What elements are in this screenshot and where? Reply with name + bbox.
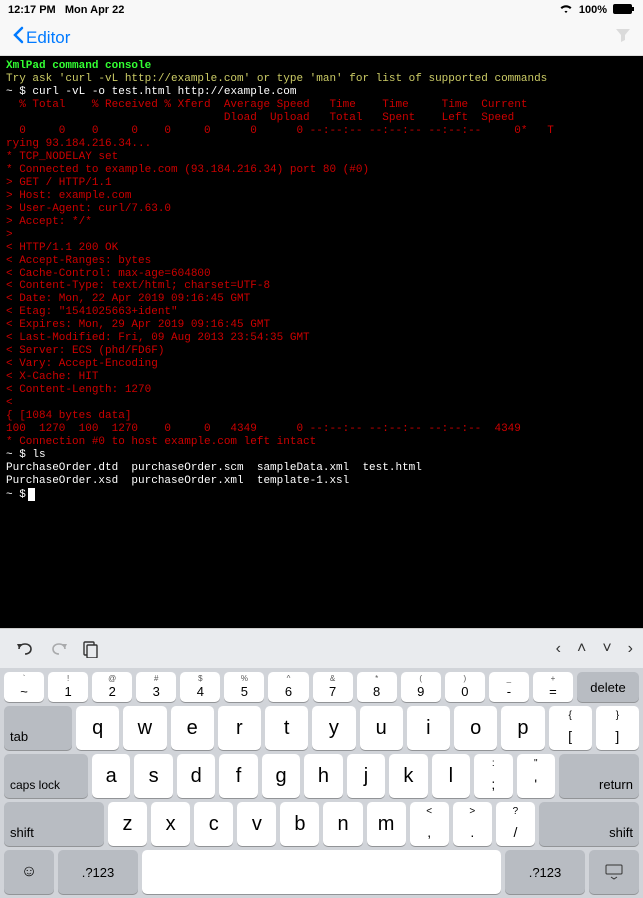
key-e[interactable]: e bbox=[171, 706, 214, 750]
key-punct[interactable]: <, bbox=[410, 802, 449, 846]
key-v[interactable]: v bbox=[237, 802, 276, 846]
key-h[interactable]: h bbox=[304, 754, 342, 798]
key-m[interactable]: m bbox=[367, 802, 406, 846]
key-l[interactable]: l bbox=[432, 754, 470, 798]
key-punct[interactable]: ?/ bbox=[496, 802, 535, 846]
key-b[interactable]: b bbox=[280, 802, 319, 846]
key-c[interactable]: c bbox=[194, 802, 233, 846]
key-5[interactable]: %5 bbox=[224, 672, 264, 702]
alt-key-right[interactable]: .?123 bbox=[505, 850, 585, 894]
soft-keyboard: `~!1@2#3$4%5^6&7*8(9)0_-+=delete tabqwer… bbox=[0, 668, 643, 898]
back-label: Editor bbox=[26, 28, 70, 48]
key-o[interactable]: o bbox=[454, 706, 497, 750]
nav-down-icon[interactable]: ˅ bbox=[602, 640, 611, 658]
shift-key-left[interactable]: shift bbox=[4, 802, 104, 846]
key-p[interactable]: p bbox=[501, 706, 544, 750]
cmd-curl: curl -vL -o test.html http://example.com bbox=[32, 86, 296, 98]
cmd-ls: ls bbox=[32, 449, 45, 461]
status-bar: 12:17 PM Mon Apr 22 100% bbox=[0, 0, 643, 20]
key-bracket[interactable]: }] bbox=[596, 706, 639, 750]
key-t[interactable]: t bbox=[265, 706, 308, 750]
return-key[interactable]: return bbox=[559, 754, 639, 798]
key-u[interactable]: u bbox=[360, 706, 403, 750]
key-k[interactable]: k bbox=[389, 754, 427, 798]
ls-output: PurchaseOrder.dtd purchaseOrder.scm samp… bbox=[6, 462, 422, 474]
key-9[interactable]: (9 bbox=[401, 672, 441, 702]
key-~[interactable]: `~ bbox=[4, 672, 44, 702]
key-1[interactable]: !1 bbox=[48, 672, 88, 702]
key-a[interactable]: a bbox=[92, 754, 130, 798]
back-button[interactable]: Editor bbox=[12, 26, 70, 49]
console-hint: Try ask 'curl -vL http://example.com' or… bbox=[6, 73, 547, 85]
nav-bar: Editor bbox=[0, 20, 643, 56]
key-2[interactable]: @2 bbox=[92, 672, 132, 702]
nav-left-icon[interactable]: ‹ bbox=[556, 640, 561, 658]
key-g[interactable]: g bbox=[262, 754, 300, 798]
filter-icon[interactable] bbox=[615, 27, 631, 48]
key-j[interactable]: j bbox=[347, 754, 385, 798]
tab-key[interactable]: tab bbox=[4, 706, 72, 750]
key-n[interactable]: n bbox=[323, 802, 362, 846]
status-date: Mon Apr 22 bbox=[65, 4, 125, 16]
alt-key-left[interactable]: .?123 bbox=[58, 850, 138, 894]
battery-icon bbox=[613, 4, 635, 17]
key-8[interactable]: *8 bbox=[357, 672, 397, 702]
wifi-icon bbox=[559, 4, 573, 17]
key-6[interactable]: ^6 bbox=[268, 672, 308, 702]
delete-key[interactable]: delete bbox=[577, 672, 639, 702]
nav-up-icon[interactable]: ˄ bbox=[577, 640, 586, 658]
chevron-left-icon bbox=[12, 26, 24, 49]
console-title: XmlPad command console bbox=[6, 60, 151, 72]
redo-button[interactable] bbox=[42, 633, 74, 665]
key-s[interactable]: s bbox=[134, 754, 172, 798]
key--[interactable]: _- bbox=[489, 672, 529, 702]
status-time: 12:17 PM bbox=[8, 4, 56, 16]
key-7[interactable]: &7 bbox=[313, 672, 353, 702]
dismiss-keyboard-key[interactable] bbox=[589, 850, 639, 894]
key-0[interactable]: )0 bbox=[445, 672, 485, 702]
key-z[interactable]: z bbox=[108, 802, 147, 846]
terminal-output[interactable]: XmlPad command console Try ask 'curl -vL… bbox=[0, 56, 643, 628]
key-r[interactable]: r bbox=[218, 706, 261, 750]
keyboard-toolbar: ‹ ˄ ˅ › bbox=[0, 628, 643, 668]
key-=[interactable]: += bbox=[533, 672, 573, 702]
key-i[interactable]: i bbox=[407, 706, 450, 750]
key-d[interactable]: d bbox=[177, 754, 215, 798]
capslock-key[interactable]: caps lock bbox=[4, 754, 88, 798]
key-f[interactable]: f bbox=[219, 754, 257, 798]
key-w[interactable]: w bbox=[123, 706, 166, 750]
key-3[interactable]: #3 bbox=[136, 672, 176, 702]
key-x[interactable]: x bbox=[151, 802, 190, 846]
key-punct[interactable]: >. bbox=[453, 802, 492, 846]
key-y[interactable]: y bbox=[312, 706, 355, 750]
emoji-key[interactable]: ☺ bbox=[4, 850, 54, 894]
terminal-cursor bbox=[28, 488, 35, 501]
key-q[interactable]: q bbox=[76, 706, 119, 750]
key-bracket[interactable]: {[ bbox=[549, 706, 592, 750]
battery-percent: 100% bbox=[579, 4, 607, 16]
shift-key-right[interactable]: shift bbox=[539, 802, 639, 846]
nav-right-icon[interactable]: › bbox=[628, 640, 633, 658]
key-punct[interactable]: :; bbox=[474, 754, 512, 798]
undo-button[interactable] bbox=[10, 633, 42, 665]
key-4[interactable]: $4 bbox=[180, 672, 220, 702]
paste-button[interactable] bbox=[74, 633, 106, 665]
space-key[interactable] bbox=[142, 850, 501, 894]
key-punct[interactable]: "' bbox=[517, 754, 555, 798]
